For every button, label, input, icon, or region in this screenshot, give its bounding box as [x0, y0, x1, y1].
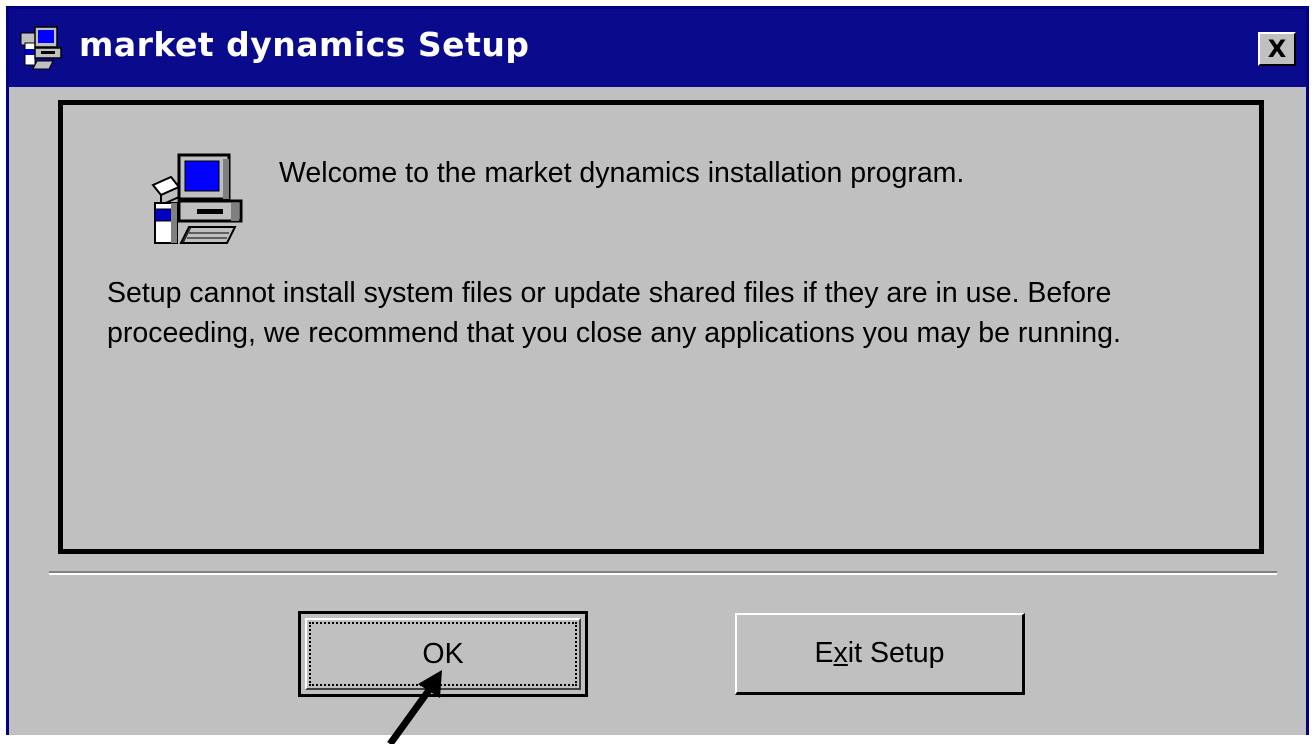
exit-setup-button[interactable]: Exit Setup [735, 613, 1025, 695]
exit-label-part: E [814, 637, 834, 669]
setup-dialog: market dynamics Setup X Welcome to the m… [6, 6, 1309, 735]
close-icon: X [1267, 35, 1287, 63]
exit-label-accelerator: x [833, 637, 848, 669]
exit-setup-label: Exit Setup [815, 637, 945, 670]
warning-message: Setup cannot install system files or upd… [107, 277, 1121, 349]
ok-button-label: OK [422, 637, 464, 670]
welcome-message: Welcome to the market dynamics installat… [279, 157, 965, 189]
window-title: market dynamics Setup [79, 25, 530, 64]
ok-button[interactable]: OK [298, 611, 588, 697]
message-panel: Welcome to the market dynamics installat… [58, 100, 1264, 554]
exit-label-part: it Setup [847, 637, 945, 669]
separator [49, 571, 1277, 575]
title-bar[interactable]: market dynamics Setup X [9, 9, 1306, 87]
setup-computer-icon [151, 153, 243, 244]
close-button[interactable]: X [1258, 32, 1296, 66]
setup-computer-icon [20, 26, 62, 70]
